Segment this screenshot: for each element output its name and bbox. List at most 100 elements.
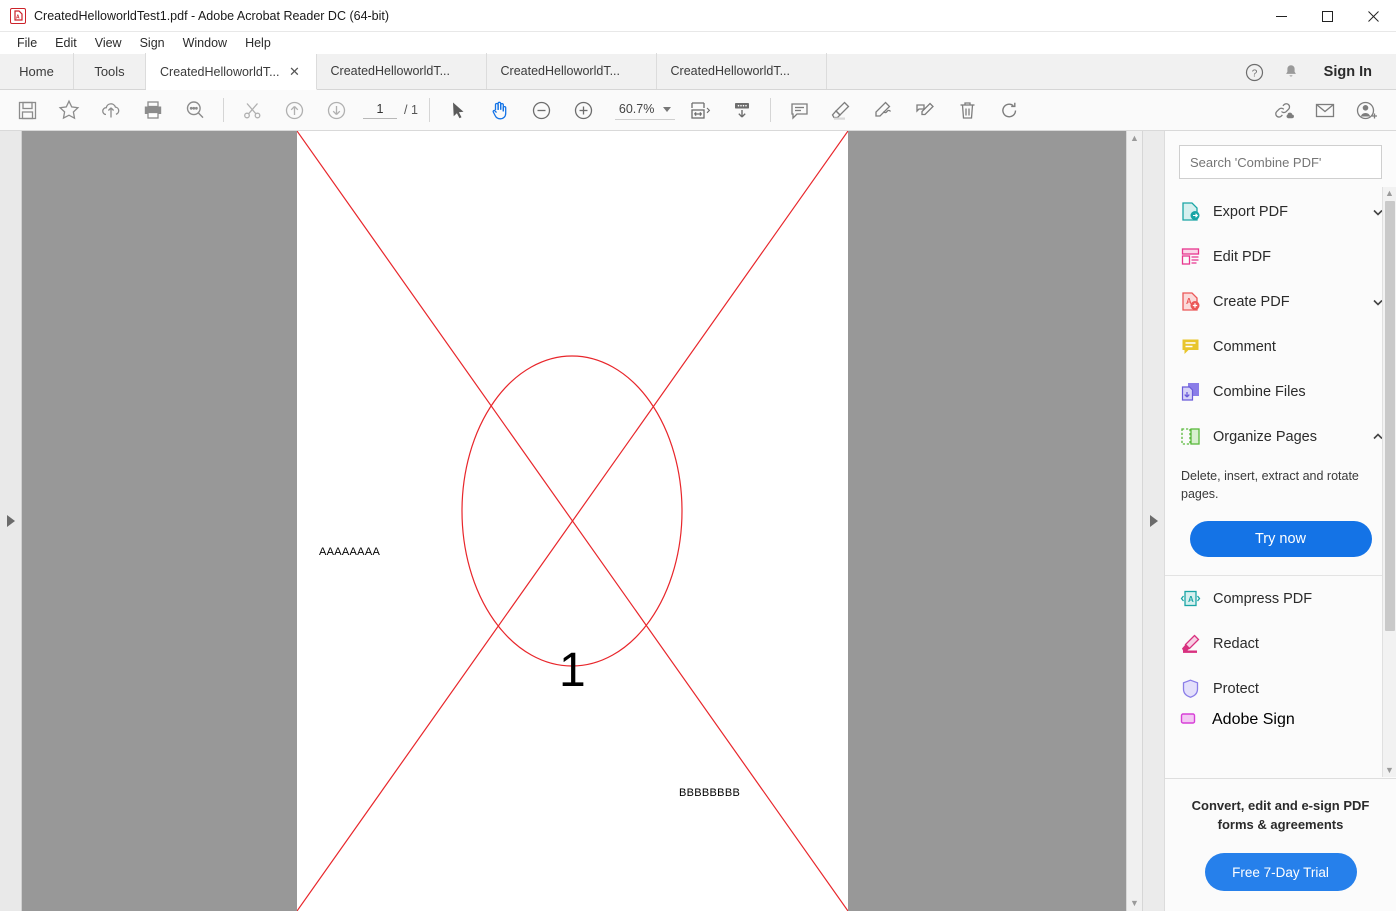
sign-in-button[interactable]: Sign In: [1310, 64, 1382, 80]
tab-home[interactable]: Home: [0, 53, 74, 89]
try-now-button[interactable]: Try now: [1190, 521, 1372, 557]
organize-pages-expanded: Delete, insert, extract and rotate pages…: [1165, 459, 1396, 576]
chevron-down-icon: [663, 107, 671, 112]
document-tab-3[interactable]: CreatedHelloworldT...: [487, 53, 657, 89]
main-toolbar: / 1 60.7%: [0, 90, 1396, 131]
menu-sign[interactable]: Sign: [131, 34, 174, 52]
arrow-down-circle-icon[interactable]: [315, 90, 357, 130]
scissors-icon[interactable]: [231, 90, 273, 130]
pdf-page: AAAAAAAA BBBBBBBB 1: [297, 131, 848, 911]
tools-search-wrapper: [1165, 131, 1396, 189]
tool-comment[interactable]: Comment: [1165, 324, 1396, 369]
tool-export-pdf-label: Export PDF: [1213, 204, 1360, 220]
comment-icon[interactable]: [778, 90, 820, 130]
tool-export-pdf[interactable]: Export PDF: [1165, 189, 1396, 234]
organize-pages-description: Delete, insert, extract and rotate pages…: [1181, 467, 1380, 503]
arrow-up-circle-icon[interactable]: [273, 90, 315, 130]
search-icon[interactable]: [174, 90, 216, 130]
rotate-icon[interactable]: [988, 90, 1030, 130]
zoom-in-icon[interactable]: [563, 90, 605, 130]
save-icon[interactable]: [6, 90, 48, 130]
create-pdf-icon: A: [1179, 291, 1201, 313]
title-bar: A CreatedHelloworldTest1.pdf - Adobe Acr…: [0, 0, 1396, 32]
tool-compress-pdf-label: Compress PDF: [1213, 591, 1384, 607]
share-link-icon[interactable]: [1262, 90, 1304, 130]
document-tab-4[interactable]: CreatedHelloworldT...: [657, 53, 827, 89]
zoom-level-value: 60.7%: [619, 102, 654, 116]
pdf-page-graphics: [297, 131, 848, 911]
tools-search-input[interactable]: [1179, 145, 1382, 179]
email-icon[interactable]: [1304, 90, 1346, 130]
tab-tools[interactable]: Tools: [74, 53, 146, 89]
tool-edit-pdf[interactable]: Edit PDF: [1165, 234, 1396, 279]
combine-files-icon: [1179, 381, 1201, 403]
tool-redact[interactable]: Redact: [1165, 621, 1396, 666]
panel-scroll-up-arrow-icon[interactable]: ▲: [1385, 189, 1394, 198]
menu-bar: File Edit View Sign Window Help: [0, 32, 1396, 54]
svg-text:?: ?: [1252, 68, 1258, 79]
document-tab-2[interactable]: CreatedHelloworldT...: [317, 53, 487, 89]
draw-sign-icon[interactable]: [862, 90, 904, 130]
select-cursor-icon[interactable]: [437, 90, 479, 130]
zoom-level-dropdown[interactable]: 60.7%: [615, 100, 675, 120]
edit-pdf-icon: [1179, 246, 1201, 268]
pdf-annotation-b: BBBBBBBB: [679, 787, 740, 799]
compress-pdf-icon: A: [1179, 588, 1201, 610]
fit-width-icon[interactable]: [679, 90, 721, 130]
redact-icon: [1179, 633, 1201, 655]
add-person-icon[interactable]: [1346, 90, 1388, 130]
scroll-mode-icon[interactable]: [721, 90, 763, 130]
tool-protect[interactable]: Protect: [1165, 666, 1396, 711]
menu-file[interactable]: File: [8, 34, 46, 52]
help-circle-icon[interactable]: ?: [1238, 55, 1272, 89]
tool-compress-pdf[interactable]: A Compress PDF: [1165, 576, 1396, 621]
tool-adobe-sign[interactable]: Adobe Sign: [1165, 711, 1396, 727]
menu-edit[interactable]: Edit: [46, 34, 86, 52]
star-icon[interactable]: [48, 90, 90, 130]
scroll-up-arrow-icon[interactable]: ▲: [1130, 134, 1139, 143]
tool-organize-pages[interactable]: Organize Pages: [1165, 414, 1396, 459]
panel-scroll-thumb[interactable]: [1385, 201, 1395, 631]
promo-text: Convert, edit and e-sign PDF forms & agr…: [1179, 797, 1382, 835]
print-icon[interactable]: [132, 90, 174, 130]
document-scrollbar[interactable]: ▲ ▼: [1126, 131, 1142, 911]
page-number-input[interactable]: [363, 102, 397, 119]
document-tab-1[interactable]: CreatedHelloworldT... ✕: [146, 54, 317, 90]
tool-adobe-sign-label: Adobe Sign: [1212, 711, 1295, 727]
tool-combine-files[interactable]: Combine Files: [1165, 369, 1396, 414]
free-trial-button[interactable]: Free 7-Day Trial: [1205, 853, 1357, 891]
minimize-button[interactable]: [1258, 0, 1304, 32]
document-viewer[interactable]: AAAAAAAA BBBBBBBB 1: [22, 131, 1126, 911]
organize-pages-icon: [1179, 426, 1201, 448]
toolbar-separator-1: [223, 98, 224, 122]
menu-view[interactable]: View: [86, 34, 131, 52]
comment-icon: [1179, 336, 1201, 358]
menu-window[interactable]: Window: [174, 34, 236, 52]
hand-tool-icon[interactable]: [479, 90, 521, 130]
document-tab-1-close-icon[interactable]: ✕: [288, 64, 302, 80]
panel-scroll-down-arrow-icon[interactable]: ▼: [1385, 766, 1394, 775]
protect-shield-icon: [1179, 678, 1201, 700]
tools-panel-scrollbar[interactable]: ▲ ▼: [1382, 187, 1396, 777]
close-button[interactable]: [1350, 0, 1396, 32]
document-tab-4-label: CreatedHelloworldT...: [671, 64, 812, 78]
left-panel-toggle[interactable]: [0, 131, 22, 911]
highlight-icon[interactable]: [820, 90, 862, 130]
zoom-out-icon[interactable]: [521, 90, 563, 130]
window-controls: [1258, 0, 1396, 32]
scroll-down-arrow-icon[interactable]: ▼: [1130, 899, 1139, 908]
pdf-page-number-text: 1: [559, 643, 586, 698]
right-panel-toggle[interactable]: [1142, 131, 1164, 911]
trash-icon[interactable]: [946, 90, 988, 130]
fill-and-sign-icon[interactable]: [904, 90, 946, 130]
promo-banner: Convert, edit and e-sign PDF forms & agr…: [1165, 778, 1396, 911]
bell-icon[interactable]: [1274, 55, 1308, 89]
chevron-right-icon: [7, 515, 15, 527]
document-tab-1-label: CreatedHelloworldT...: [160, 65, 280, 79]
tool-create-pdf-label: Create PDF: [1213, 294, 1360, 310]
maximize-button[interactable]: [1304, 0, 1350, 32]
tool-edit-pdf-label: Edit PDF: [1213, 249, 1384, 265]
menu-help[interactable]: Help: [236, 34, 280, 52]
upload-cloud-icon[interactable]: [90, 90, 132, 130]
tool-create-pdf[interactable]: A Create PDF: [1165, 279, 1396, 324]
